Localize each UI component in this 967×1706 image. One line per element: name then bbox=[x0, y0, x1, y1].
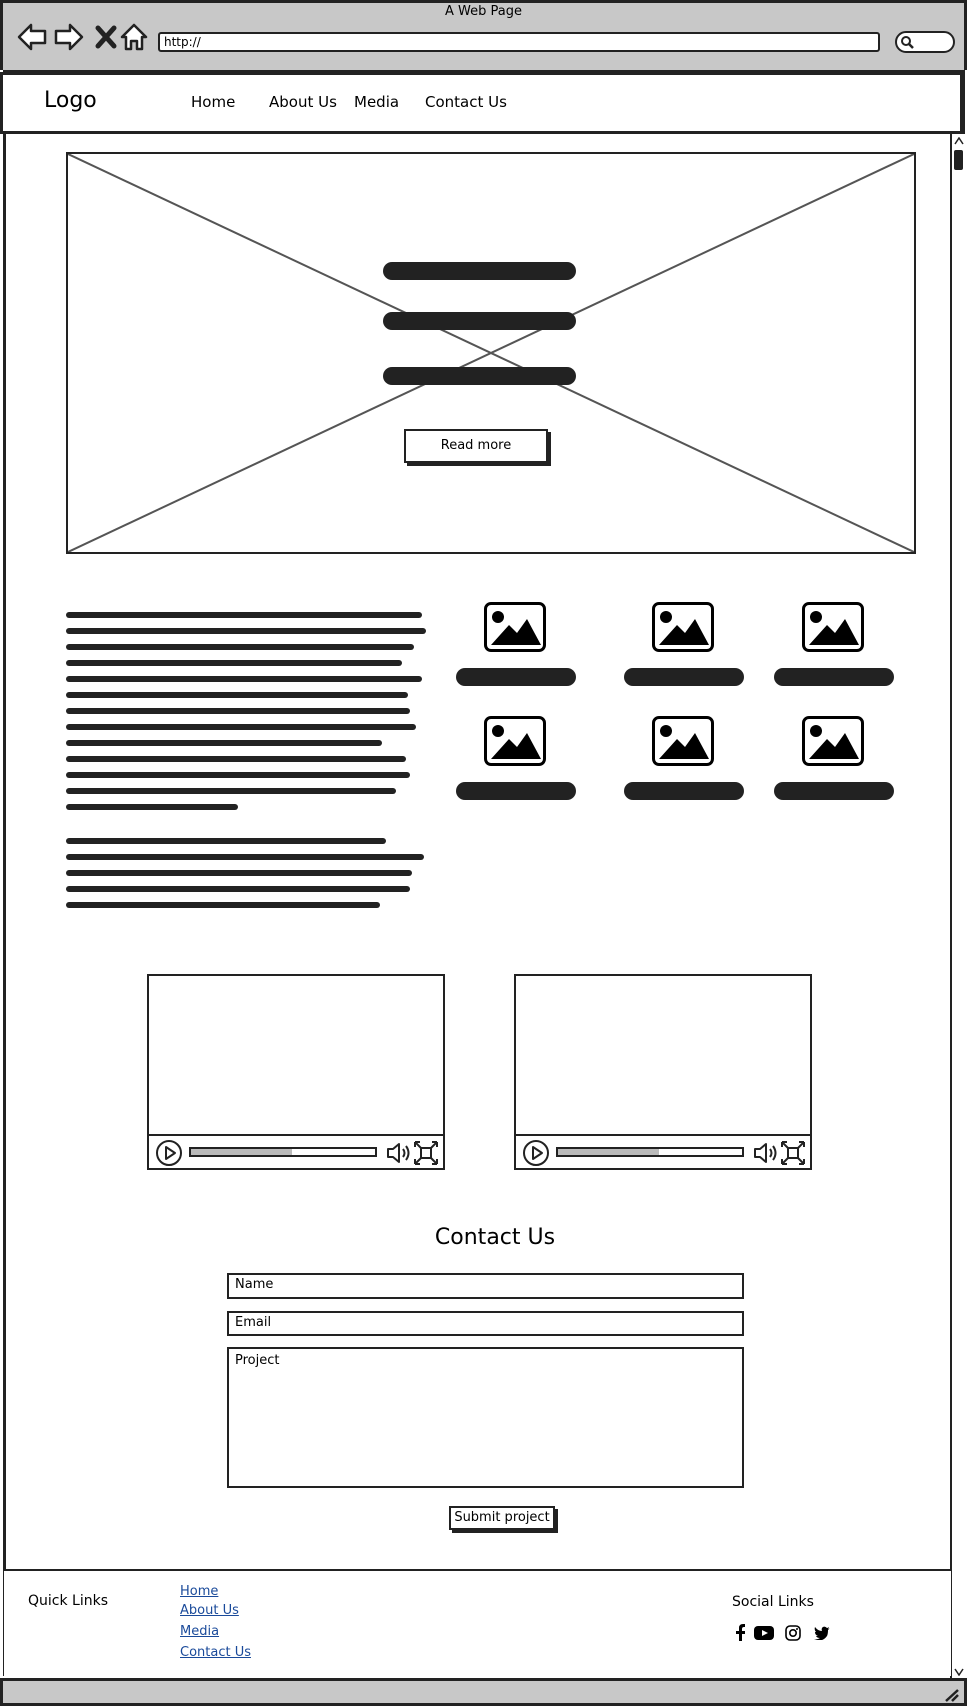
nav-home[interactable]: Home bbox=[191, 93, 235, 111]
footer-link-media[interactable]: Media bbox=[180, 1624, 219, 1639]
text-line bbox=[66, 772, 410, 778]
forward-icon[interactable] bbox=[53, 20, 85, 54]
text-line bbox=[66, 612, 422, 618]
text-line bbox=[66, 838, 386, 844]
image-icon bbox=[802, 716, 864, 766]
image-icon bbox=[802, 602, 864, 652]
social-links-title: Social Links bbox=[732, 1594, 814, 1610]
text-line bbox=[66, 724, 416, 730]
image-caption-scribble bbox=[774, 668, 894, 686]
hero-text-scribble bbox=[383, 367, 576, 385]
address-input[interactable]: http:// bbox=[158, 32, 880, 52]
text-line bbox=[66, 676, 422, 682]
video-progress-bar[interactable] bbox=[189, 1147, 377, 1157]
video-progress-fill bbox=[191, 1149, 293, 1155]
video-progress-bar[interactable] bbox=[556, 1147, 744, 1157]
video-controls-divider bbox=[516, 1134, 810, 1136]
twitter-icon[interactable] bbox=[814, 1626, 830, 1640]
home-icon[interactable] bbox=[118, 20, 150, 54]
browser-search[interactable] bbox=[895, 31, 955, 53]
footer-link-contact-us[interactable]: Contact Us bbox=[180, 1645, 251, 1660]
volume-icon[interactable] bbox=[752, 1140, 778, 1166]
video-player[interactable] bbox=[147, 974, 445, 1170]
resize-grip-icon[interactable] bbox=[944, 1688, 960, 1702]
body-text-block bbox=[66, 612, 428, 918]
text-line bbox=[66, 886, 410, 892]
browser-status-bar bbox=[0, 1678, 967, 1706]
video-player[interactable] bbox=[514, 974, 812, 1170]
instagram-icon[interactable] bbox=[785, 1625, 801, 1641]
nav-about-us[interactable]: About Us bbox=[269, 93, 337, 111]
volume-icon[interactable] bbox=[385, 1140, 411, 1166]
site-logo[interactable]: Logo bbox=[44, 88, 97, 113]
text-line bbox=[66, 692, 408, 698]
text-line bbox=[66, 870, 412, 876]
vertical-scrollbar[interactable] bbox=[950, 134, 966, 1680]
quick-links-title: Quick Links bbox=[28, 1593, 109, 1609]
text-line bbox=[66, 902, 380, 908]
image-icon bbox=[652, 716, 714, 766]
site-footer bbox=[4, 1569, 951, 1676]
text-line bbox=[66, 788, 396, 794]
image-icon bbox=[484, 602, 546, 652]
contact-title: Contact Us bbox=[434, 1225, 556, 1250]
footer-link-about-us[interactable]: About Us bbox=[180, 1603, 239, 1618]
text-line bbox=[66, 644, 414, 650]
scroll-up-arrow-icon[interactable] bbox=[954, 137, 964, 145]
youtube-icon[interactable] bbox=[754, 1626, 774, 1640]
text-line bbox=[66, 628, 426, 634]
image-caption-scribble bbox=[774, 782, 894, 800]
footer-link-home[interactable]: Home bbox=[180, 1584, 218, 1599]
back-icon[interactable] bbox=[16, 20, 48, 54]
window-title: A Web Page bbox=[445, 4, 522, 19]
video-controls-divider bbox=[149, 1134, 443, 1136]
submit-project-button[interactable]: Submit project bbox=[449, 1506, 555, 1530]
email-input[interactable]: Email bbox=[227, 1311, 744, 1336]
name-input[interactable]: Name bbox=[227, 1273, 744, 1299]
text-line bbox=[66, 660, 402, 666]
hero-text-scribble bbox=[383, 312, 576, 330]
image-caption-scribble bbox=[624, 668, 744, 686]
image-caption-scribble bbox=[456, 668, 576, 686]
image-caption-scribble bbox=[456, 782, 576, 800]
play-icon[interactable] bbox=[155, 1139, 183, 1167]
scroll-down-arrow-icon[interactable] bbox=[954, 1668, 964, 1676]
read-more-button[interactable]: Read more bbox=[404, 429, 548, 463]
search-icon bbox=[901, 36, 914, 49]
image-icon bbox=[652, 602, 714, 652]
facebook-icon[interactable] bbox=[733, 1624, 747, 1642]
image-placeholder-cross-icon bbox=[68, 154, 914, 552]
fullscreen-icon[interactable] bbox=[780, 1140, 806, 1166]
image-caption-scribble bbox=[624, 782, 744, 800]
nav-media[interactable]: Media bbox=[354, 93, 399, 111]
text-line bbox=[66, 756, 406, 762]
hero-text-scribble bbox=[383, 262, 576, 280]
text-line bbox=[66, 804, 238, 810]
text-line bbox=[66, 708, 410, 714]
text-line bbox=[66, 854, 424, 860]
text-line bbox=[66, 740, 382, 746]
scrollbar-thumb[interactable] bbox=[954, 150, 963, 170]
nav-contact-us[interactable]: Contact Us bbox=[425, 93, 507, 111]
hero-image-placeholder bbox=[66, 152, 916, 554]
image-icon bbox=[484, 716, 546, 766]
project-textarea[interactable]: Project bbox=[227, 1347, 744, 1488]
fullscreen-icon[interactable] bbox=[413, 1140, 439, 1166]
video-progress-fill bbox=[558, 1149, 660, 1155]
play-icon[interactable] bbox=[522, 1139, 550, 1167]
